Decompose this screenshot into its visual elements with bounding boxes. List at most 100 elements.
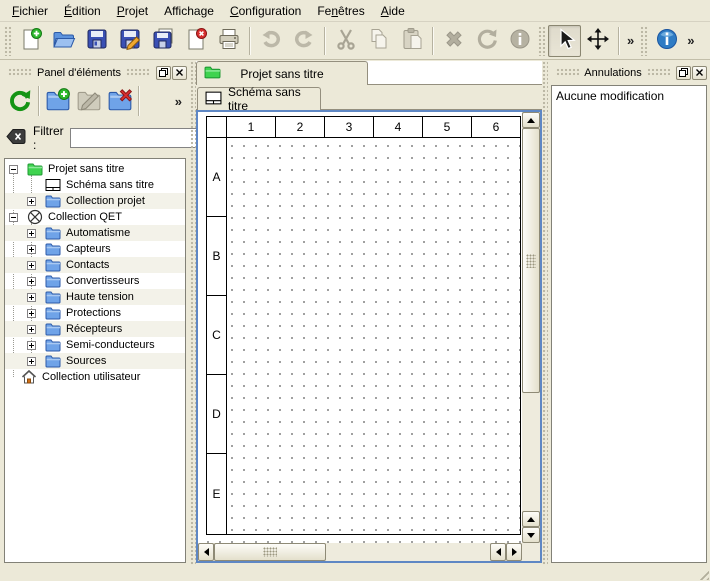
expander-plus-icon[interactable] <box>27 277 36 286</box>
tree-item-project[interactable]: Projet sans titre <box>5 161 185 177</box>
undo-history-list[interactable]: Aucune modification <box>551 85 707 563</box>
menu-fichier[interactable]: Fichier <box>4 1 56 21</box>
scroll-right-button[interactable] <box>506 543 522 561</box>
tab-project[interactable]: Projet sans titre <box>196 61 368 85</box>
expander-plus-icon[interactable] <box>27 357 36 366</box>
tree-item-haute-tension[interactable]: Haute tension <box>5 289 185 305</box>
tree-item-semi-conducteurs[interactable]: Semi-conducteurs <box>5 337 185 353</box>
schema-tab-icon <box>205 91 222 108</box>
menu-fenetres[interactable]: Fenêtres <box>309 1 372 21</box>
expander-plus-icon[interactable] <box>27 197 36 206</box>
menu-projet[interactable]: Projet <box>109 1 156 21</box>
redo-button[interactable] <box>287 25 320 57</box>
resize-grip[interactable] <box>696 567 709 580</box>
annulations-titlebar[interactable]: Annulations <box>551 63 707 82</box>
schema-tabbar: Schéma sans titre <box>196 85 542 110</box>
cut-scissors-icon <box>334 27 358 54</box>
arrow-left-icon <box>204 548 209 556</box>
scroll-left-button-2[interactable] <box>490 543 506 561</box>
tree-item-collection-projet[interactable]: Collection projet <box>5 193 185 209</box>
expander-plus-icon[interactable] <box>27 293 36 302</box>
arrow-right-icon <box>512 548 517 556</box>
expander-plus-icon[interactable] <box>27 261 36 270</box>
expander-plus-icon[interactable] <box>27 325 36 334</box>
project-folder-icon <box>204 65 221 83</box>
tree-item-convertisseurs[interactable]: Convertisseurs <box>5 273 185 289</box>
element-info-button[interactable] <box>503 25 536 57</box>
menu-configuration[interactable]: Configuration <box>222 1 309 21</box>
pan-mode-button[interactable] <box>581 25 614 57</box>
scroll-up-button[interactable] <box>522 112 540 128</box>
tab-schema[interactable]: Schéma sans titre <box>197 87 321 110</box>
expander-plus-icon[interactable] <box>27 341 36 350</box>
menu-aide[interactable]: Aide <box>373 1 413 21</box>
expander-plus-icon[interactable] <box>27 245 36 254</box>
tree-item-recepteurs[interactable]: Récepteurs <box>5 321 185 337</box>
scroll-up-button-2[interactable] <box>522 511 540 527</box>
tree-item-sources[interactable]: Sources <box>5 353 185 369</box>
tree-item-protections[interactable]: Protections <box>5 305 185 321</box>
qelectrotech-window: { "menu": { "items": [ {"label": "Fichie… <box>0 0 710 581</box>
scroll-down-button[interactable] <box>522 527 540 543</box>
vertical-scroll-thumb[interactable] <box>522 128 540 393</box>
clear-filter-icon[interactable] <box>6 128 26 148</box>
tree-item-schema[interactable]: Schéma sans titre <box>5 177 185 193</box>
expander-minus-icon[interactable] <box>9 165 18 174</box>
new-category-button[interactable] <box>42 86 73 117</box>
dock-float-button[interactable] <box>676 66 691 80</box>
save-all-button[interactable] <box>146 25 179 57</box>
paste-button[interactable] <box>395 25 428 57</box>
menu-edition[interactable]: Édition <box>56 1 109 21</box>
folder-blue-icon <box>45 305 61 321</box>
diagram-cells[interactable] <box>227 138 519 534</box>
horizontal-scroll-thumb[interactable] <box>214 543 326 561</box>
scroll-left-button[interactable] <box>198 543 214 561</box>
toolbar-handle[interactable] <box>4 26 12 56</box>
delete-button[interactable] <box>437 25 470 57</box>
dock-close-button[interactable] <box>692 66 707 80</box>
toolbar-handle[interactable] <box>640 26 648 56</box>
vertical-scrollbar[interactable] <box>522 112 540 543</box>
panel-overflow-chevron[interactable]: » <box>171 94 186 109</box>
elements-panel-titlebar[interactable]: Panel d'éléments <box>3 63 187 82</box>
horizontal-scroll-track[interactable] <box>326 543 490 561</box>
undo-button[interactable] <box>254 25 287 57</box>
filter-label: Filtrer : <box>33 124 64 152</box>
schema-canvas[interactable]: 1 2 3 4 5 6 A B C D E <box>198 112 522 543</box>
dock-close-button[interactable] <box>172 66 187 80</box>
delete-category-button[interactable] <box>104 86 135 117</box>
open-project-button[interactable] <box>47 25 80 57</box>
print-button[interactable] <box>212 25 245 57</box>
tree-item-collection-utilisateur[interactable]: Collection utilisateur <box>5 369 185 385</box>
cut-button[interactable] <box>329 25 362 57</box>
menu-affichage[interactable]: Affichage <box>156 1 222 21</box>
save-button[interactable] <box>80 25 113 57</box>
new-document-button[interactable] <box>14 25 47 57</box>
rotate-button[interactable] <box>470 25 503 57</box>
toolbar-handle[interactable] <box>538 26 546 56</box>
tree-item-capteurs[interactable]: Capteurs <box>5 241 185 257</box>
copy-button[interactable] <box>362 25 395 57</box>
select-mode-button[interactable] <box>548 25 581 57</box>
horizontal-scrollbar[interactable] <box>198 543 522 561</box>
diagram-column-label: 2 <box>276 117 325 137</box>
tree-item-automatisme[interactable]: Automatisme <box>5 225 185 241</box>
toolbar-overflow-chevron[interactable]: » <box>623 33 638 48</box>
close-icon <box>175 68 184 77</box>
toolbar-overflow-chevron[interactable]: » <box>683 33 698 48</box>
folder-delete-icon <box>107 87 133 116</box>
expander-minus-icon[interactable] <box>9 213 18 222</box>
tree-item-contacts[interactable]: Contacts <box>5 257 185 273</box>
undo-history-item[interactable]: Aucune modification <box>552 87 706 105</box>
close-file-button[interactable] <box>179 25 212 57</box>
dock-float-button[interactable] <box>156 66 171 80</box>
save-as-button[interactable] <box>113 25 146 57</box>
about-info-button[interactable] <box>650 25 683 57</box>
elements-tree[interactable]: Projet sans titre Schéma sans titre Coll… <box>4 158 186 563</box>
vertical-scroll-track[interactable] <box>522 393 540 511</box>
edit-category-button[interactable] <box>73 86 104 117</box>
expander-plus-icon[interactable] <box>27 309 36 318</box>
tree-item-collection-qet[interactable]: Collection QET <box>5 209 185 225</box>
reload-collections-button[interactable] <box>4 86 35 117</box>
expander-plus-icon[interactable] <box>27 229 36 238</box>
